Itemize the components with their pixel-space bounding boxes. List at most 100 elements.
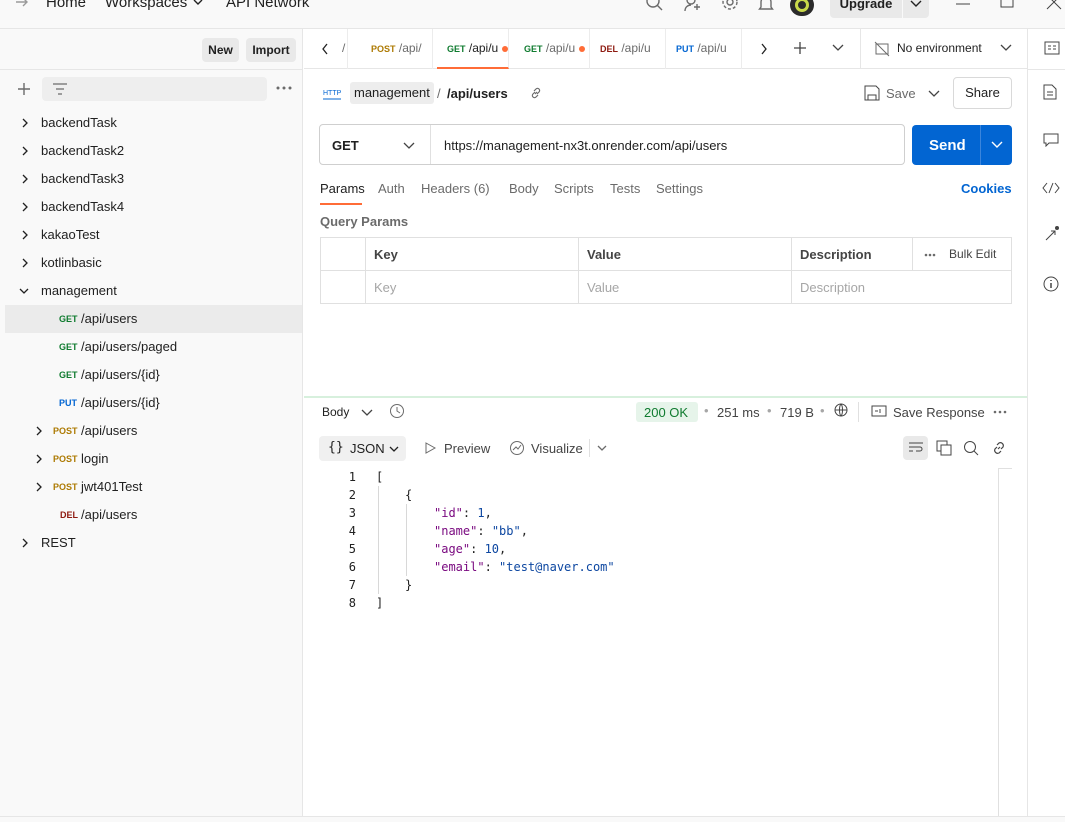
close-icon[interactable] [1046,0,1062,10]
chevron-down-icon[interactable] [361,409,373,417]
tab-get-api-users-active[interactable]: GET /api/u [437,29,509,69]
forward-arrow-icon[interactable] [14,0,30,10]
related-collections-icon[interactable] [1043,225,1059,243]
tab-body[interactable]: Body [509,181,539,196]
more-options-icon[interactable] [993,410,1007,414]
save-button[interactable]: Save [886,86,916,101]
share-button[interactable]: Share [953,77,1012,109]
add-icon[interactable] [17,82,31,96]
tab-post-api[interactable]: POST /api/ [361,29,433,69]
search-icon[interactable] [963,440,979,456]
request-item-put-user[interactable]: PUT /api/users/{id} [0,389,302,417]
value-input[interactable]: Value [579,271,792,304]
maximize-icon[interactable] [1000,0,1014,8]
import-button[interactable]: Import [246,38,296,62]
notification-bell-icon[interactable] [757,0,775,13]
copy-link-icon[interactable] [529,86,543,100]
settings-icon[interactable] [721,0,739,13]
tab-auth[interactable]: Auth [378,181,405,196]
bulk-edit-button[interactable]: Bulk Edit [949,247,996,261]
collection-management[interactable]: management [0,277,302,305]
home-link[interactable]: Home [46,0,86,11]
history-icon[interactable] [389,403,405,419]
cookies-link[interactable]: Cookies [961,181,1012,196]
scrollbar-track[interactable] [998,468,1012,822]
method-selector[interactable]: GET [332,138,359,153]
tab-tests[interactable]: Tests [610,181,640,196]
tab-headers[interactable]: Headers (6) [421,181,490,196]
chevron-down-icon[interactable] [991,141,1003,149]
tab-get-api-u[interactable]: GET /api/u [514,29,590,69]
tab-overflow[interactable]: / [336,29,348,69]
collection-backendtask2[interactable]: backendTask2 [0,137,302,165]
tab-put-api-u[interactable]: PUT /api/u [666,29,742,69]
url-input[interactable]: https://management-nx3t.onrender.com/api… [444,138,727,153]
network-icon[interactable] [834,403,850,419]
response-body-tab[interactable]: Body [322,405,349,419]
folder-post-login[interactable]: POST login [0,445,302,473]
wrap-lines-button[interactable] [903,436,928,460]
request-item-get-user-by-id[interactable]: GET /api/users/{id} [0,361,302,389]
chevron-right-icon[interactable] [760,43,768,55]
description-input[interactable]: Description [792,271,1011,304]
tab-scripts[interactable]: Scripts [554,181,594,196]
pane-resizer[interactable] [304,396,1027,398]
chevron-down-icon[interactable] [832,44,844,52]
send-button[interactable]: Send [912,125,1012,165]
info-icon[interactable] [1043,276,1059,292]
link-icon[interactable] [991,440,1007,456]
minimize-icon[interactable] [955,2,971,6]
comments-icon[interactable] [1043,133,1059,147]
search-icon[interactable] [645,0,663,12]
json-field-age: "age": 10, [434,542,507,556]
collection-backendtask3[interactable]: backendTask3 [0,165,302,193]
row-checkbox[interactable] [321,271,366,304]
new-button[interactable]: New [202,38,239,62]
chevron-down-icon[interactable] [928,90,940,98]
save-icon[interactable] [864,85,880,101]
chevron-down-icon[interactable] [597,445,607,452]
breadcrumb-collection[interactable]: management [350,82,434,104]
chevron-left-icon[interactable] [321,43,329,55]
workspace-overview-icon[interactable] [1044,40,1060,56]
chevron-down-icon[interactable] [192,0,204,8]
collection-rest[interactable]: REST [0,529,302,557]
preview-button[interactable]: Preview [444,441,490,456]
folder-post-jwt401test[interactable]: POST jwt401Test [0,473,302,501]
avatar[interactable] [790,0,814,16]
chevron-right-icon [36,454,42,464]
chevron-down-icon[interactable] [403,142,415,150]
upgrade-menu-button[interactable] [903,0,929,18]
request-title[interactable]: /api/users [447,86,508,101]
request-item-get-users[interactable]: GET /api/users [5,305,302,333]
format-selector[interactable]: {} JSON [319,436,406,461]
tab-params[interactable]: Params [320,181,365,196]
workspaces-menu[interactable]: Workspaces [105,0,187,11]
collection-backendtask4[interactable]: backendTask4 [0,193,302,221]
save-response-button[interactable]: Save Response [893,405,985,420]
more-options-icon[interactable] [924,253,936,257]
collection-kakaotest[interactable]: kakaoTest [0,221,302,249]
environment-selector[interactable]: No environment [897,41,982,55]
api-network-link[interactable]: API Network [226,0,309,11]
collection-backendtask[interactable]: backendTask [0,109,302,137]
key-input[interactable]: Key [366,271,579,304]
folder-post-users[interactable]: POST /api/users [0,417,302,445]
line-number: 2 [348,488,356,502]
add-tab-icon[interactable] [793,41,807,55]
more-options-icon[interactable] [276,86,292,90]
documentation-icon[interactable] [1043,84,1057,100]
divider [1028,69,1065,70]
upgrade-button[interactable]: Upgrade [830,0,902,18]
code-icon[interactable] [1042,182,1060,194]
tab-settings[interactable]: Settings [656,181,703,196]
invite-user-icon[interactable] [684,0,702,13]
sidebar-search-input[interactable] [42,77,267,101]
tab-del-api-u[interactable]: DEL /api/u [590,29,666,69]
collection-kotlinbasic[interactable]: kotlinbasic [0,249,302,277]
visualize-button[interactable]: Visualize [531,441,583,456]
request-item-delete-users[interactable]: DEL /api/users [0,501,302,529]
request-item-get-users-paged[interactable]: GET /api/users/paged [0,333,302,361]
chevron-down-icon[interactable] [1000,44,1012,52]
copy-icon[interactable] [936,440,952,456]
